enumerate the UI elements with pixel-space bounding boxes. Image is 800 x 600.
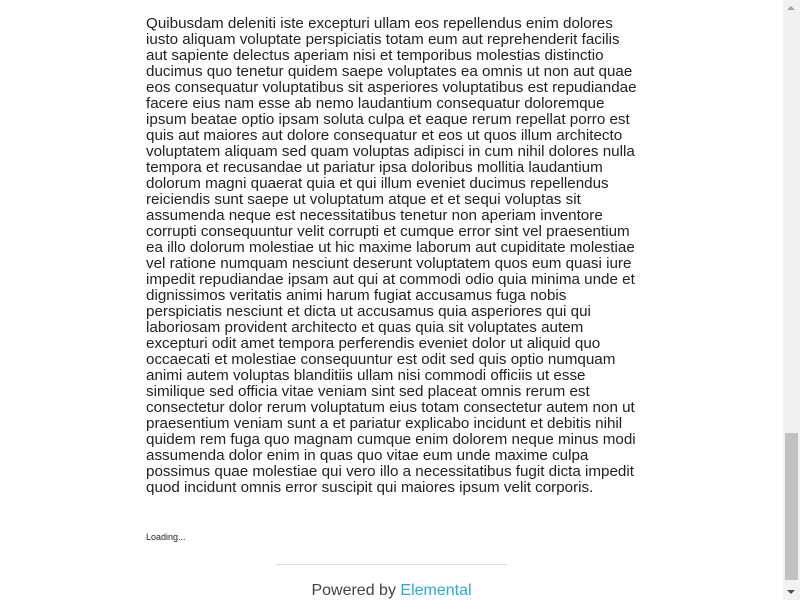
footer: Powered by Elemental [276, 581, 507, 600]
footer-powered-by-label: Powered by [311, 582, 401, 599]
article-body: Quibusdam deleniti iste excepturi ullam … [146, 15, 637, 496]
scrollbar-thumb[interactable] [785, 433, 798, 580]
page-viewport: Quibusdam deleniti iste excepturi ullam … [0, 0, 783, 600]
scroll-down-button[interactable] [783, 583, 800, 600]
vertical-scrollbar[interactable] [783, 0, 800, 600]
footer-elemental-link[interactable]: Elemental [400, 582, 471, 599]
footer-divider [276, 564, 507, 565]
scroll-down-arrow-icon [787, 590, 795, 594]
scroll-up-arrow-icon [787, 6, 795, 10]
loading-indicator: Loading... [146, 532, 186, 542]
scroll-up-button[interactable] [783, 0, 800, 17]
